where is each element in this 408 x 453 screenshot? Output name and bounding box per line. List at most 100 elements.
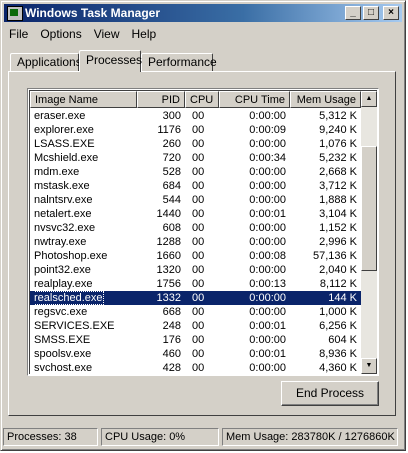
cell-text: 8,112 K: [319, 278, 357, 290]
cell-pid: 544: [137, 193, 181, 207]
cell-text: realplay.exe: [34, 278, 93, 290]
column-image-name[interactable]: Image Name: [30, 91, 137, 108]
cell-cpu-time: 0:00:00: [219, 193, 286, 207]
cell-cpu: 00: [192, 305, 217, 319]
cell-text: 720: [162, 152, 181, 164]
maximize-button[interactable]: □: [363, 6, 379, 20]
vertical-scrollbar[interactable]: ▲ ▼: [361, 91, 377, 374]
table-row[interactable]: point32.exe 1320 00 0:00:00 2,040 K: [30, 263, 361, 277]
table-row[interactable]: nalntsrv.exe 544 00 0:00:00 1,888 K: [30, 193, 361, 207]
cell-text: 0:00:34: [249, 152, 286, 164]
tab-applications[interactable]: Applications: [10, 53, 82, 71]
cell-text: 260: [162, 138, 181, 150]
cell-cpu: 00: [192, 249, 217, 263]
cell-text: 0:00:01: [249, 208, 286, 220]
scroll-down-icon[interactable]: ▼: [361, 358, 377, 374]
cell-pid: 1176: [137, 123, 181, 137]
menu-help[interactable]: Help: [126, 24, 163, 44]
cell-mem: 5,312 K: [290, 109, 357, 123]
table-row[interactable]: spoolsv.exe 460 00 0:00:01 8,936 K: [30, 347, 361, 361]
cell-text: spoolsv.exe: [34, 348, 92, 360]
cell-pid: 260: [137, 137, 181, 151]
cell-text: 0:00:00: [249, 306, 286, 318]
cell-cpu-time: 0:00:34: [219, 151, 286, 165]
cell-cpu: 00: [192, 123, 217, 137]
cell-text: 604 K: [328, 334, 357, 346]
cell-text: 1660: [156, 250, 181, 262]
cell-text: 668: [162, 306, 181, 318]
table-row[interactable]: svchost.exe 428 00 0:00:00 4,360 K: [30, 361, 361, 375]
tab-performance[interactable]: Performance: [141, 53, 217, 71]
cell-mem: 604 K: [290, 333, 357, 347]
table-row[interactable]: realplay.exe 1756 00 0:00:13 8,112 K: [30, 277, 361, 291]
title-bar[interactable]: Windows Task Manager _ □ ×: [4, 4, 402, 22]
cell-cpu: 00: [192, 137, 217, 151]
column-pid[interactable]: PID: [137, 91, 185, 108]
cell-cpu-time: 0:00:01: [219, 347, 286, 361]
table-row[interactable]: mstask.exe 684 00 0:00:00 3,712 K: [30, 179, 361, 193]
table-row[interactable]: regsvc.exe 668 00 0:00:00 1,000 K: [30, 305, 361, 319]
cell-text: 57,136 K: [312, 250, 357, 262]
cell-cpu: 00: [192, 165, 217, 179]
table-row[interactable]: Mcshield.exe 720 00 0:00:34 5,232 K: [30, 151, 361, 165]
menu-bar: File Options View Help: [3, 24, 401, 44]
close-button[interactable]: ×: [383, 6, 399, 20]
cell-cpu-time: 0:00:00: [219, 263, 286, 277]
column-mem-usage[interactable]: Mem Usage: [290, 91, 361, 108]
cell-text: 5,232 K: [319, 152, 357, 164]
table-row[interactable]: SERVICES.EXE 248 00 0:00:01 6,256 K: [30, 319, 361, 333]
scroll-thumb[interactable]: [361, 146, 377, 271]
status-cpu-usage: CPU Usage: 0%: [101, 428, 219, 446]
cell-text: 0:00:00: [249, 362, 286, 374]
table-row[interactable]: explorer.exe 1176 00 0:00:09 9,240 K: [30, 123, 361, 137]
menu-view[interactable]: View: [88, 24, 126, 44]
list-header: Image Name PID CPU CPU Time Mem Usage: [30, 91, 361, 108]
cell-text: 1440: [156, 208, 181, 220]
scroll-up-icon[interactable]: ▲: [361, 91, 377, 107]
minimize-button[interactable]: _: [345, 6, 361, 20]
cell-mem: 2,040 K: [290, 263, 357, 277]
cell-text: 00: [192, 362, 205, 374]
cell-mem: 8,936 K: [290, 347, 357, 361]
cell-text: LSASS.EXE: [34, 138, 95, 150]
table-row[interactable]: nvsvc32.exe 608 00 0:00:00 1,152 K: [30, 221, 361, 235]
table-row[interactable]: eraser.exe 300 00 0:00:00 5,312 K: [30, 109, 361, 123]
cell-name: point32.exe: [34, 263, 134, 277]
cell-text: SERVICES.EXE: [34, 320, 115, 332]
cell-text: 144 K: [328, 292, 357, 304]
cell-text: 0:00:13: [249, 278, 286, 290]
cell-text: 0:00:00: [249, 138, 286, 150]
end-process-button[interactable]: End Process: [281, 381, 379, 406]
table-row-selected[interactable]: realsched.exe 1332 00 0:00:00 144 K: [30, 291, 361, 305]
cell-pid: 608: [137, 221, 181, 235]
table-row[interactable]: netalert.exe 1440 00 0:00:01 3,104 K: [30, 207, 361, 221]
cell-text: 544: [162, 194, 181, 206]
cell-text: 00: [192, 320, 205, 332]
cell-text: 248: [162, 320, 181, 332]
cell-cpu-time: 0:00:00: [219, 179, 286, 193]
column-cpu[interactable]: CPU: [185, 91, 219, 108]
column-cpu-time[interactable]: CPU Time: [219, 91, 290, 108]
process-list[interactable]: Image Name PID CPU CPU Time Mem Usage er…: [27, 88, 379, 376]
table-row[interactable]: mdm.exe 528 00 0:00:00 2,668 K: [30, 165, 361, 179]
cell-text: 00: [192, 348, 205, 360]
tab-processes[interactable]: Processes: [79, 50, 142, 72]
cell-pid: 684: [137, 179, 181, 193]
cell-cpu-time: 0:00:00: [219, 165, 286, 179]
cell-text: 1,076 K: [319, 138, 357, 150]
menu-options[interactable]: Options: [34, 24, 87, 44]
status-mem-usage: Mem Usage: 283780K / 1276860K: [222, 428, 398, 446]
cell-text: 2,996 K: [319, 236, 357, 248]
cell-text: 0:00:09: [249, 124, 286, 136]
cell-mem: 5,232 K: [290, 151, 357, 165]
menu-file[interactable]: File: [3, 24, 34, 44]
cell-pid: 668: [137, 305, 181, 319]
cell-name: nvsvc32.exe: [34, 221, 134, 235]
table-row[interactable]: SMSS.EXE 176 00 0:00:00 604 K: [30, 333, 361, 347]
table-row[interactable]: nwtray.exe 1288 00 0:00:00 2,996 K: [30, 235, 361, 249]
cell-cpu: 00: [192, 263, 217, 277]
table-row[interactable]: LSASS.EXE 260 00 0:00:00 1,076 K: [30, 137, 361, 151]
table-row[interactable]: Photoshop.exe 1660 00 0:00:08 57,136 K: [30, 249, 361, 263]
cell-cpu-time: 0:00:08: [219, 249, 286, 263]
cell-text: 00: [192, 180, 205, 192]
